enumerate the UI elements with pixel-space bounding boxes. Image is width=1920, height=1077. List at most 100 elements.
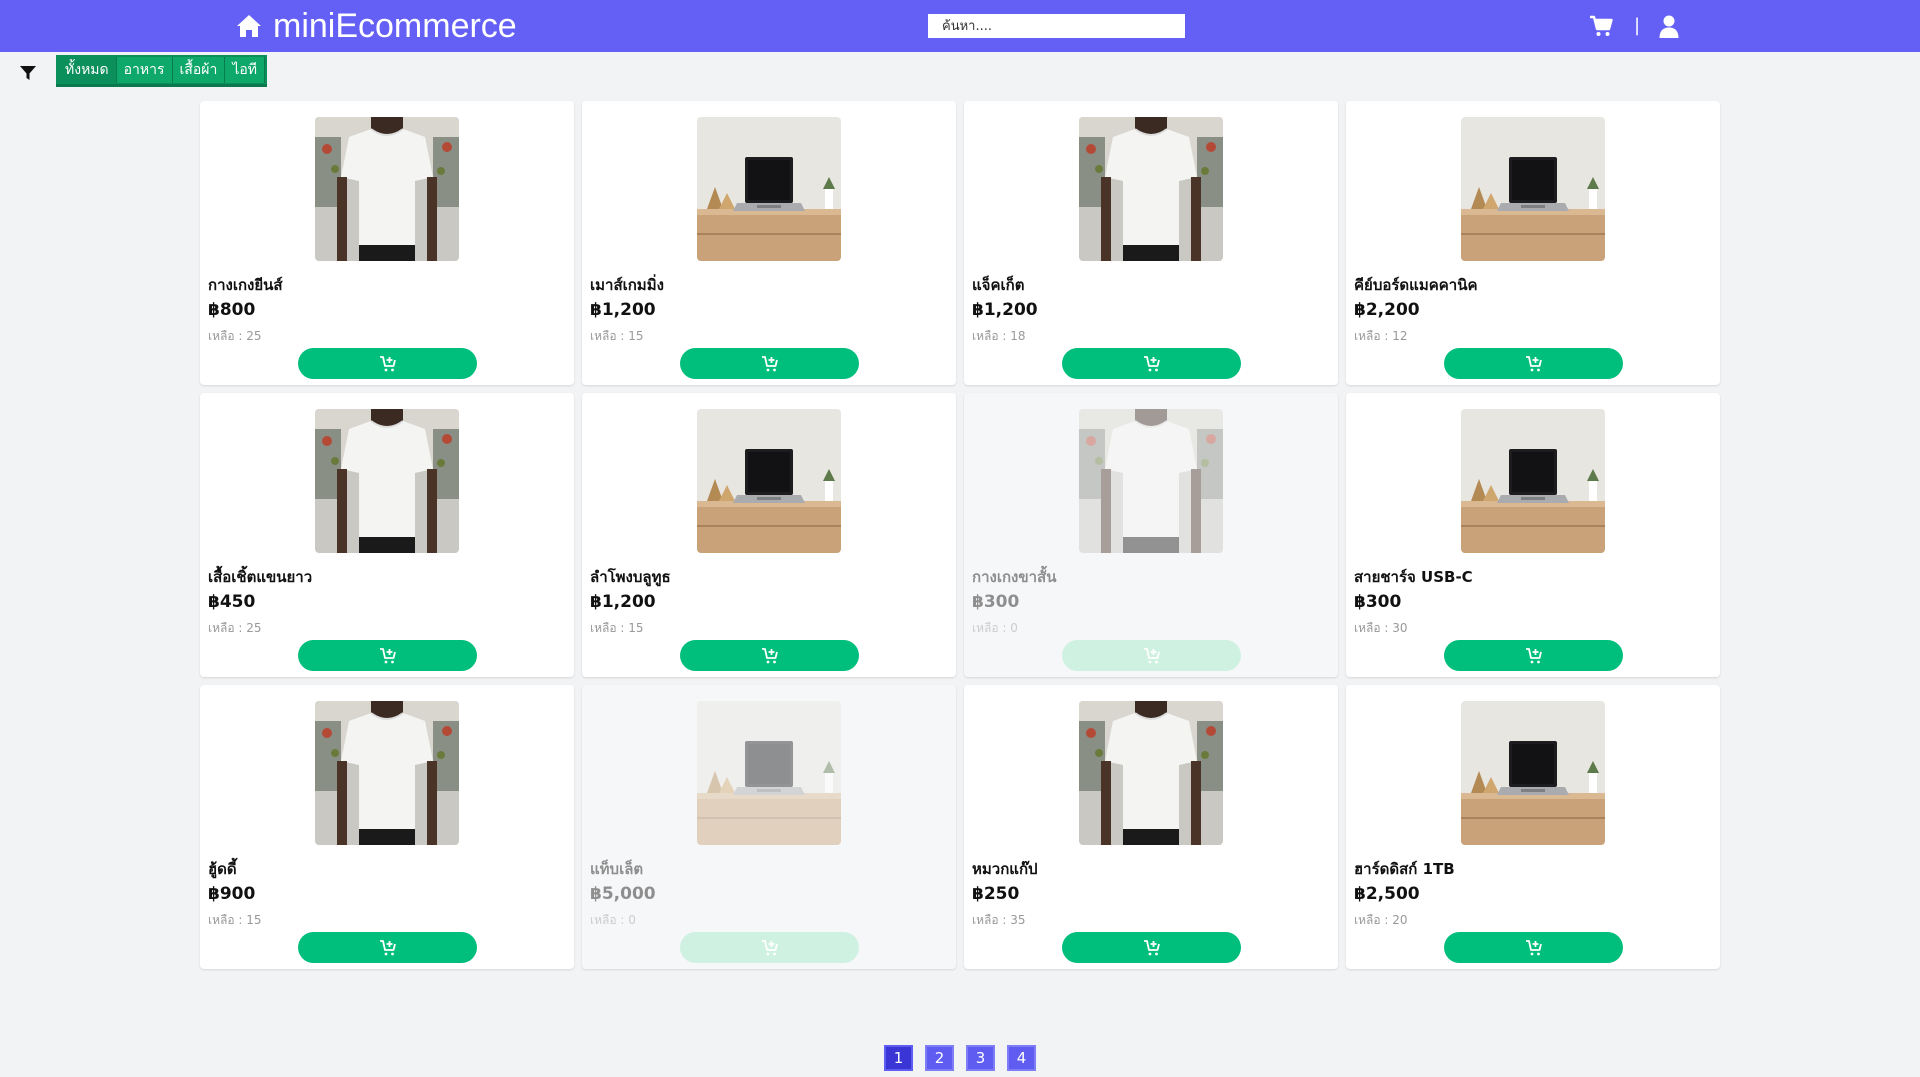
stock-label: เหลือ : <box>1354 329 1393 343</box>
stock-label: เหลือ : <box>972 913 1011 927</box>
product-price: ฿2,500 <box>1354 884 1420 904</box>
product-image[interactable] <box>1461 117 1605 261</box>
category-tab-food[interactable]: อาหาร <box>116 57 173 83</box>
product-name[interactable]: แท็บเล็ต <box>590 857 643 881</box>
stock-count: 15 <box>246 913 262 927</box>
add-to-cart-button[interactable] <box>680 348 859 379</box>
category-tab-all[interactable]: ทั้งหมด <box>58 57 117 83</box>
product-card[interactable]: ลำโพงบลูทูธ ฿1,200 เหลือ : 15 <box>582 393 956 677</box>
add-to-cart-button[interactable] <box>680 932 859 963</box>
page-button[interactable]: 4 <box>1007 1045 1036 1071</box>
product-image[interactable] <box>697 701 841 845</box>
product-name[interactable]: เสื้อเชิ้ตแขนยาว <box>208 565 312 589</box>
product-card[interactable]: หมวกแก๊ป ฿250 เหลือ : 35 <box>964 685 1338 969</box>
cart-plus-icon <box>1525 939 1543 957</box>
product-card[interactable]: กางเกงขาสั้น ฿300 เหลือ : 0 <box>964 393 1338 677</box>
stock-label: เหลือ : <box>208 913 247 927</box>
product-name[interactable]: ฮู้ดดี้ <box>208 857 237 881</box>
product-price: ฿900 <box>208 884 256 904</box>
product-stock: เหลือ : 15 <box>590 327 644 346</box>
add-to-cart-button[interactable] <box>680 640 859 671</box>
product-image[interactable] <box>315 117 459 261</box>
product-name[interactable]: คีย์บอร์ดแมคคานิค <box>1354 273 1478 297</box>
product-card[interactable]: แท็บเล็ต ฿5,000 เหลือ : 0 <box>582 685 956 969</box>
product-image[interactable] <box>697 409 841 553</box>
cart-icon[interactable] <box>1588 13 1614 39</box>
product-name[interactable]: สายชาร์จ USB-C <box>1354 565 1473 589</box>
product-price: ฿2,200 <box>1354 300 1420 320</box>
product-image[interactable] <box>1079 409 1223 553</box>
product-grid: กางเกงยีนส์ ฿800 เหลือ : 25 เมาส์เกมมิ่ง… <box>200 101 1722 969</box>
product-card[interactable]: เมาส์เกมมิ่ง ฿1,200 เหลือ : 15 <box>582 101 956 385</box>
add-to-cart-button[interactable] <box>1062 932 1241 963</box>
product-stock: เหลือ : 35 <box>972 911 1026 930</box>
category-tabs: ทั้งหมด อาหาร เสื้อผ้า ไอที <box>56 55 268 87</box>
brand-link[interactable]: miniEcommerce <box>235 6 517 46</box>
category-tab-clothes[interactable]: เสื้อผ้า <box>172 57 226 83</box>
product-name[interactable]: หมวกแก๊ป <box>972 857 1038 881</box>
stock-label: เหลือ : <box>590 621 629 635</box>
product-card[interactable]: ฮาร์ดดิสก์ 1TB ฿2,500 เหลือ : 20 <box>1346 685 1720 969</box>
stock-count: 0 <box>628 913 636 927</box>
header-actions: | <box>1588 12 1682 40</box>
stock-count: 12 <box>1392 329 1408 343</box>
user-icon[interactable] <box>1656 13 1682 39</box>
stock-label: เหลือ : <box>590 913 629 927</box>
page-button[interactable]: 1 <box>884 1045 913 1071</box>
product-name[interactable]: เมาส์เกมมิ่ง <box>590 273 664 297</box>
product-image[interactable] <box>1079 701 1223 845</box>
product-image[interactable] <box>697 117 841 261</box>
product-card[interactable]: กางเกงยีนส์ ฿800 เหลือ : 25 <box>200 101 574 385</box>
add-to-cart-button[interactable] <box>1444 932 1623 963</box>
product-stock: เหลือ : 25 <box>208 619 262 638</box>
header-separator: | <box>1634 15 1641 36</box>
stock-count: 30 <box>1392 621 1408 635</box>
product-name[interactable]: กางเกงยีนส์ <box>208 273 283 297</box>
product-image[interactable] <box>1461 701 1605 845</box>
product-image[interactable] <box>1079 117 1223 261</box>
product-image[interactable] <box>1461 409 1605 553</box>
stock-label: เหลือ : <box>208 621 247 635</box>
product-price: ฿1,200 <box>590 592 656 612</box>
stock-label: เหลือ : <box>972 621 1011 635</box>
brand-name: miniEcommerce <box>273 7 517 45</box>
cart-plus-icon <box>379 355 397 373</box>
page-button[interactable]: 3 <box>966 1045 995 1071</box>
product-card[interactable]: เสื้อเชิ้ตแขนยาว ฿450 เหลือ : 25 <box>200 393 574 677</box>
stock-count: 15 <box>628 329 644 343</box>
pagination: 1234 <box>884 1045 1036 1071</box>
product-name[interactable]: ฮาร์ดดิสก์ 1TB <box>1354 857 1455 881</box>
add-to-cart-button[interactable] <box>298 640 477 671</box>
add-to-cart-button[interactable] <box>298 932 477 963</box>
product-price: ฿250 <box>972 884 1020 904</box>
stock-count: 15 <box>628 621 644 635</box>
product-price: ฿450 <box>208 592 256 612</box>
add-to-cart-button[interactable] <box>1062 640 1241 671</box>
product-image[interactable] <box>315 409 459 553</box>
product-image[interactable] <box>315 701 459 845</box>
product-name[interactable]: กางเกงขาสั้น <box>972 565 1056 589</box>
cart-plus-icon <box>379 939 397 957</box>
stock-label: เหลือ : <box>208 329 247 343</box>
search-input[interactable] <box>928 14 1185 38</box>
stock-label: เหลือ : <box>1354 621 1393 635</box>
product-card[interactable]: คีย์บอร์ดแมคคานิค ฿2,200 เหลือ : 12 <box>1346 101 1720 385</box>
cart-plus-icon <box>379 647 397 665</box>
cart-plus-icon <box>1525 355 1543 373</box>
add-to-cart-button[interactable] <box>298 348 477 379</box>
add-to-cart-button[interactable] <box>1444 640 1623 671</box>
product-name[interactable]: แจ็คเก็ต <box>972 273 1024 297</box>
product-card[interactable]: แจ็คเก็ต ฿1,200 เหลือ : 18 <box>964 101 1338 385</box>
stock-label: เหลือ : <box>1354 913 1393 927</box>
page-button[interactable]: 2 <box>925 1045 954 1071</box>
product-card[interactable]: สายชาร์จ USB-C ฿300 เหลือ : 30 <box>1346 393 1720 677</box>
top-navbar: miniEcommerce | <box>0 0 1920 52</box>
add-to-cart-button[interactable] <box>1444 348 1623 379</box>
add-to-cart-button[interactable] <box>1062 348 1241 379</box>
product-name[interactable]: ลำโพงบลูทูธ <box>590 565 671 589</box>
product-price: ฿300 <box>1354 592 1402 612</box>
category-tab-it[interactable]: ไอที <box>225 57 266 83</box>
product-stock: เหลือ : 15 <box>590 619 644 638</box>
product-card[interactable]: ฮู้ดดี้ ฿900 เหลือ : 15 <box>200 685 574 969</box>
filter-icon[interactable] <box>19 64 37 82</box>
